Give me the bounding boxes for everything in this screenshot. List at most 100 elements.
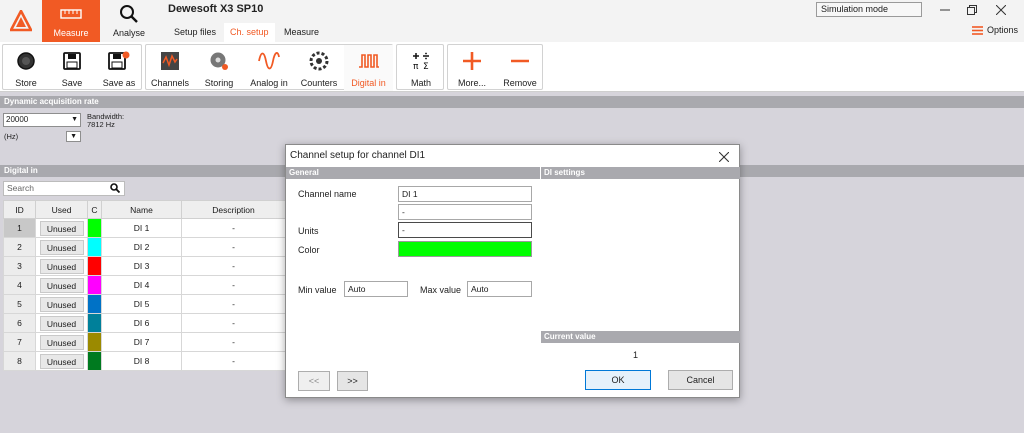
used-toggle-button[interactable]: Unused — [39, 277, 84, 293]
table-row[interactable]: 6 Unused DI 6- — [3, 313, 286, 333]
row-description[interactable]: - — [181, 332, 286, 352]
options-button[interactable]: Options — [972, 25, 1018, 35]
dialog-title: Channel setup for channel DI1 — [290, 150, 426, 161]
table-row[interactable]: 8 Unused DI 8- — [3, 351, 286, 371]
current-value-header: Current value — [541, 331, 740, 343]
row-color-swatch[interactable] — [87, 351, 102, 371]
max-value-input[interactable]: Auto — [467, 281, 532, 297]
plus-icon — [460, 49, 484, 73]
units-input[interactable]: - — [398, 222, 532, 238]
used-toggle-button[interactable]: Unused — [39, 296, 84, 312]
row-description[interactable]: - — [181, 294, 286, 314]
general-section-header: General — [286, 167, 540, 179]
used-toggle-button[interactable]: Unused — [39, 334, 84, 350]
close-button[interactable] — [993, 2, 1009, 18]
rate-unit-select[interactable]: ▼ — [66, 131, 81, 142]
storing-button[interactable]: Storing — [194, 45, 244, 91]
analog-in-button[interactable]: Analog in — [244, 45, 294, 91]
tab-ch-setup[interactable]: Ch. setup — [224, 23, 275, 42]
column-header-color[interactable]: C — [87, 200, 102, 219]
table-row[interactable]: 4 Unused DI 4- — [3, 275, 286, 295]
cancel-button[interactable]: Cancel — [668, 370, 733, 390]
restore-button[interactable] — [964, 2, 980, 18]
row-name[interactable]: DI 1 — [101, 218, 182, 238]
table-row[interactable]: 3 Unused DI 3- — [3, 256, 286, 276]
channel-name-input[interactable]: DI 1 — [398, 186, 532, 202]
row-name[interactable]: DI 3 — [101, 256, 182, 276]
digital-in-label: Digital in — [351, 78, 386, 88]
mode-tab-measure[interactable]: Measure — [42, 0, 100, 42]
math-button[interactable]: π Σ Math — [397, 45, 445, 91]
store-button[interactable]: Store — [3, 45, 49, 91]
row-description[interactable]: - — [181, 351, 286, 371]
row-color-swatch[interactable] — [87, 294, 102, 314]
counters-button[interactable]: Counters — [294, 45, 344, 91]
row-description[interactable]: - — [181, 275, 286, 295]
row-name[interactable]: DI 4 — [101, 275, 182, 295]
svg-text:Σ: Σ — [423, 62, 429, 71]
table-row[interactable]: 1 Unused DI 1- — [3, 218, 286, 238]
column-header-name[interactable]: Name — [101, 200, 182, 219]
ribbon-toolbar: Store Save Save as Channels Storing Anal… — [0, 42, 1024, 92]
row-name[interactable]: DI 7 — [101, 332, 182, 352]
channel-description-input[interactable]: - — [398, 204, 532, 220]
minimize-button[interactable] — [937, 2, 953, 18]
row-name[interactable]: DI 5 — [101, 294, 182, 314]
ok-button[interactable]: OK — [585, 370, 651, 390]
row-description[interactable]: - — [181, 218, 286, 238]
dewesoft-logo[interactable] — [0, 0, 42, 42]
used-toggle-button[interactable]: Unused — [39, 239, 84, 255]
color-picker[interactable] — [398, 241, 532, 257]
storing-label: Storing — [204, 78, 234, 88]
next-channel-button[interactable]: >> — [337, 371, 368, 391]
row-id: 8 — [3, 351, 36, 371]
row-description[interactable]: - — [181, 313, 286, 333]
row-color-swatch[interactable] — [87, 218, 102, 238]
row-name[interactable]: DI 6 — [101, 313, 182, 333]
row-color-swatch[interactable] — [87, 313, 102, 333]
analog-in-label: Analog in — [250, 78, 288, 88]
record-icon — [14, 49, 38, 73]
save-as-button[interactable]: Save as — [95, 45, 143, 91]
save-button[interactable]: Save — [49, 45, 95, 91]
channel-name-label: Channel name — [298, 189, 357, 199]
counters-label: Counters — [300, 78, 338, 88]
dialog-close-button[interactable] — [718, 148, 730, 165]
digital-in-button[interactable]: Digital in — [344, 45, 393, 91]
used-toggle-button[interactable]: Unused — [39, 315, 84, 331]
tab-measure[interactable]: Measure — [278, 23, 325, 42]
table-row[interactable]: 2 Unused DI 2- — [3, 237, 286, 257]
used-toggle-button[interactable]: Unused — [39, 220, 84, 236]
mode-tab-analyse[interactable]: Analyse — [102, 0, 156, 42]
row-name[interactable]: DI 8 — [101, 351, 182, 371]
previous-channel-button[interactable]: << — [298, 371, 330, 391]
tab-setup-files[interactable]: Setup files — [168, 23, 222, 42]
search-input[interactable]: Search — [3, 181, 125, 196]
restore-icon — [967, 5, 977, 15]
remove-button[interactable]: Remove — [496, 45, 544, 91]
simulation-mode-box[interactable]: Simulation mode — [816, 2, 922, 17]
table-row[interactable]: 7 Unused DI 7- — [3, 332, 286, 352]
channels-button[interactable]: Channels — [146, 45, 194, 91]
column-header-id[interactable]: ID — [3, 200, 36, 219]
min-value-input[interactable]: Auto — [344, 281, 408, 297]
used-toggle-button[interactable]: Unused — [39, 353, 84, 369]
table-row[interactable]: 5 Unused DI 5- — [3, 294, 286, 314]
sample-rate-select[interactable]: 20000 ▼ — [3, 113, 81, 127]
max-value-label: Max value — [420, 285, 462, 295]
row-color-swatch[interactable] — [87, 237, 102, 257]
row-id: 5 — [3, 294, 36, 314]
row-color-swatch[interactable] — [87, 332, 102, 352]
search-icon[interactable] — [110, 183, 121, 197]
row-description[interactable]: - — [181, 256, 286, 276]
ribbon-group-file: Store Save Save as — [2, 44, 142, 90]
row-description[interactable]: - — [181, 237, 286, 257]
more-button[interactable]: More... — [448, 45, 496, 91]
row-color-swatch[interactable] — [87, 275, 102, 295]
row-id: 6 — [3, 313, 36, 333]
row-color-swatch[interactable] — [87, 256, 102, 276]
row-name[interactable]: DI 2 — [101, 237, 182, 257]
column-header-description[interactable]: Description — [181, 200, 286, 219]
used-toggle-button[interactable]: Unused — [39, 258, 84, 274]
column-header-used[interactable]: Used — [35, 200, 88, 219]
